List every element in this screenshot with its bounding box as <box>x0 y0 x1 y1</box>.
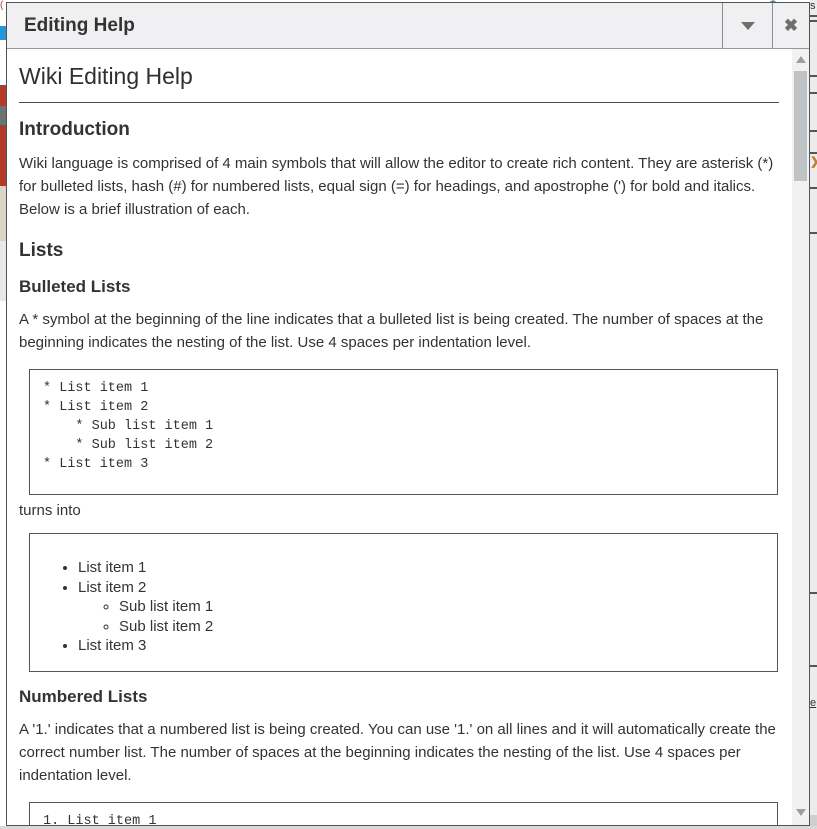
dialog-title: Editing Help <box>7 3 722 48</box>
background-line <box>810 20 817 22</box>
page-title: Wiki Editing Help <box>19 61 779 103</box>
rendered-bullet-list: List item 1 List item 2 Sub list item 1 … <box>40 558 767 656</box>
list-item: List item 3 <box>78 636 767 656</box>
background-line <box>810 152 817 154</box>
background-page-right-sliver: s ❯ e <box>810 0 817 829</box>
background-link-fragment: e <box>810 697 816 709</box>
sub-list-item: Sub list item 2 <box>119 617 767 637</box>
section-heading-introduction: Introduction <box>19 119 779 141</box>
editing-help-dialog: Editing Help ✖ Wiki Editing Help Introdu… <box>6 2 810 826</box>
background-text-fragment: s <box>810 0 816 12</box>
scroll-up-icon <box>796 56 806 63</box>
list-item: List item 2 Sub list item 1 Sub list ite… <box>78 578 767 637</box>
scroll-up-button[interactable] <box>792 51 809 68</box>
introduction-paragraph: Wiki language is comprised of 4 main sym… <box>19 152 779 221</box>
subsection-heading-numbered-lists: Numbered Lists <box>19 687 779 707</box>
collapse-button[interactable] <box>722 3 772 48</box>
subsection-heading-bulleted-lists: Bulleted Lists <box>19 277 779 297</box>
close-button[interactable]: ✖ <box>772 3 809 48</box>
background-line <box>810 130 817 132</box>
bulleted-lists-paragraph: A * symbol at the beginning of the line … <box>19 308 779 354</box>
vertical-scrollbar[interactable] <box>792 49 809 825</box>
list-item-label: List item 2 <box>78 579 146 596</box>
background-line <box>810 232 817 234</box>
sub-list-item: Sub list item 1 <box>119 597 767 617</box>
dialog-titlebar[interactable]: Editing Help ✖ <box>7 3 809 49</box>
list-item: List item 1 <box>78 558 767 578</box>
dialog-content-wrap: Wiki Editing Help Introduction Wiki lang… <box>7 49 809 825</box>
turns-into-label: turns into <box>19 502 779 519</box>
close-icon: ✖ <box>784 16 798 36</box>
rendered-sub-list: Sub list item 1 Sub list item 2 <box>78 597 767 636</box>
background-line <box>810 665 817 667</box>
chevron-down-icon <box>741 22 755 30</box>
scroll-down-icon <box>796 809 806 816</box>
background-line <box>810 92 817 94</box>
bulleted-list-rendered-example: List item 1 List item 2 Sub list item 1 … <box>29 533 778 672</box>
scrollbar-thumb[interactable] <box>794 71 807 181</box>
section-heading-lists: Lists <box>19 240 779 262</box>
bulleted-list-code-example: * List item 1 * List item 2 * Sub list i… <box>29 369 778 495</box>
background-line <box>810 15 817 17</box>
help-content: Wiki Editing Help Introduction Wiki lang… <box>7 49 792 825</box>
background-line <box>810 592 817 594</box>
background-line <box>810 75 817 77</box>
numbered-list-code-example: 1. List item 1 1. List item 2 <box>29 802 778 826</box>
background-chevron-glyph: ❯ <box>810 155 817 168</box>
scroll-down-button[interactable] <box>792 804 809 821</box>
background-line <box>810 187 817 189</box>
numbered-lists-paragraph: A '1.' indicates that a numbered list is… <box>19 718 779 787</box>
